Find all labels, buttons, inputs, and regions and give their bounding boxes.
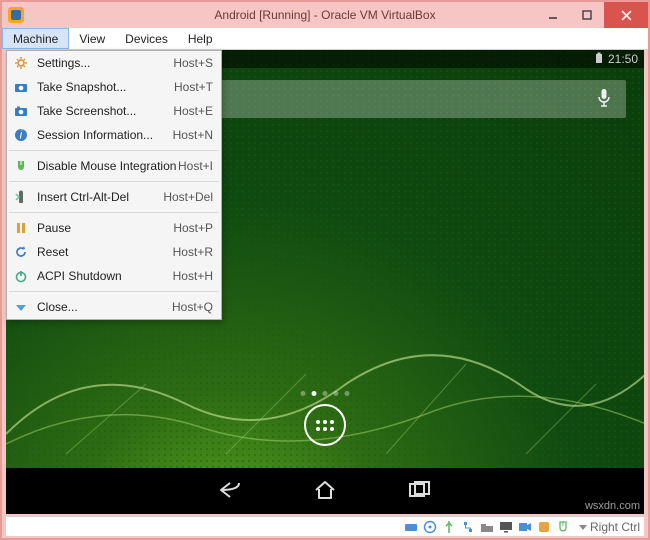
camera2-icon: [11, 103, 31, 119]
menu-item-shortcut: Host+N: [173, 128, 213, 142]
recent-apps-button[interactable]: [407, 480, 433, 503]
android-clock: 21:50: [608, 52, 638, 66]
menubar: Machine View Devices Help: [2, 28, 648, 50]
menu-separator: [9, 291, 219, 292]
power-icon: [11, 268, 31, 284]
watermark: wsxdn.com: [585, 500, 640, 512]
host-key-indicator[interactable]: Right Ctrl: [578, 520, 640, 534]
video-capture-icon[interactable]: [517, 519, 533, 535]
mouse-integration-icon[interactable]: [555, 519, 571, 535]
menu-machine[interactable]: Machine: [2, 28, 69, 49]
gear-icon: [11, 55, 31, 71]
mouse-icon: [11, 158, 31, 174]
microphone-icon[interactable]: [596, 88, 612, 111]
menu-item-take-screenshot[interactable]: Take Screenshot...Host+E: [7, 99, 221, 123]
menu-item-label: Session Information...: [37, 128, 173, 142]
apps-grid-icon: [316, 420, 334, 431]
menu-item-label: Reset: [37, 245, 173, 259]
machine-menu-dropdown: Settings...Host+STake Snapshot...Host+TT…: [6, 50, 222, 320]
menu-item-label: Settings...: [37, 56, 173, 70]
menu-item-acpi-shutdown[interactable]: ACPI ShutdownHost+H: [7, 264, 221, 288]
menu-item-take-snapshot[interactable]: Take Snapshot...Host+T: [7, 75, 221, 99]
arrow-down-icon: [578, 522, 588, 532]
pause-icon: [11, 220, 31, 236]
menu-separator: [9, 181, 219, 182]
app-drawer-button[interactable]: [304, 404, 346, 446]
back-button[interactable]: [217, 480, 243, 503]
menu-item-shortcut: Host+P: [173, 221, 213, 235]
menu-item-label: ACPI Shutdown: [37, 269, 173, 283]
optical-disk-icon[interactable]: [422, 519, 438, 535]
minimize-button[interactable]: [536, 2, 570, 28]
menu-item-label: Pause: [37, 221, 173, 235]
menu-item-shortcut: Host+S: [173, 56, 213, 70]
host-key-label: Right Ctrl: [590, 520, 640, 534]
menu-view[interactable]: View: [69, 28, 115, 49]
menu-item-reset[interactable]: ResetHost+R: [7, 240, 221, 264]
close-icon: [11, 299, 31, 315]
menu-item-shortcut: Host+R: [173, 245, 213, 259]
menu-item-shortcut: Host+Del: [163, 190, 213, 204]
features-icon[interactable]: [536, 519, 552, 535]
menu-item-settings[interactable]: Settings...Host+S: [7, 51, 221, 75]
shared-folders-icon[interactable]: [479, 519, 495, 535]
menu-separator: [9, 212, 219, 213]
menu-item-pause[interactable]: PauseHost+P: [7, 216, 221, 240]
menu-item-session-information[interactable]: i Session Information...Host+N: [7, 123, 221, 147]
info-icon: i: [11, 127, 31, 143]
menu-item-label: Take Snapshot...: [37, 80, 174, 94]
window-controls: [536, 2, 648, 28]
menu-item-disable-mouse-integration[interactable]: Disable Mouse IntegrationHost+I: [7, 154, 221, 178]
menu-devices[interactable]: Devices: [115, 28, 178, 49]
menu-item-shortcut: Host+E: [173, 104, 213, 118]
display-icon[interactable]: [498, 519, 514, 535]
camera-icon: [11, 79, 31, 95]
menu-help[interactable]: Help: [178, 28, 223, 49]
home-button[interactable]: [313, 480, 337, 503]
menu-item-label: Close...: [37, 300, 172, 314]
vm-status-bar: Right Ctrl: [6, 516, 644, 536]
reset-icon: [11, 244, 31, 260]
close-button[interactable]: [604, 2, 648, 28]
hard-disk-icon[interactable]: [403, 519, 419, 535]
usb-icon[interactable]: [441, 519, 457, 535]
menu-item-shortcut: Host+T: [174, 80, 213, 94]
titlebar: Android [Running] - Oracle VM VirtualBox: [2, 2, 648, 28]
menu-item-label: Take Screenshot...: [37, 104, 173, 118]
menu-item-insert-ctrl-alt-del[interactable]: Insert Ctrl-Alt-DelHost+Del: [7, 185, 221, 209]
menu-item-shortcut: Host+H: [173, 269, 213, 283]
battery-icon: [594, 52, 604, 67]
menu-item-label: Insert Ctrl-Alt-Del: [37, 190, 163, 204]
maximize-button[interactable]: [570, 2, 604, 28]
home-page-indicator: [301, 391, 350, 396]
virtualbox-icon: [8, 7, 24, 23]
menu-separator: [9, 150, 219, 151]
menu-item-label: Disable Mouse Integration: [37, 159, 178, 173]
keyboard-icon: [11, 189, 31, 205]
android-nav-bar: [6, 468, 644, 514]
menu-item-shortcut: Host+Q: [172, 300, 213, 314]
svg-text:i: i: [20, 128, 23, 142]
menu-item-close[interactable]: Close...Host+Q: [7, 295, 221, 319]
network-icon[interactable]: [460, 519, 476, 535]
menu-item-shortcut: Host+I: [178, 159, 213, 173]
